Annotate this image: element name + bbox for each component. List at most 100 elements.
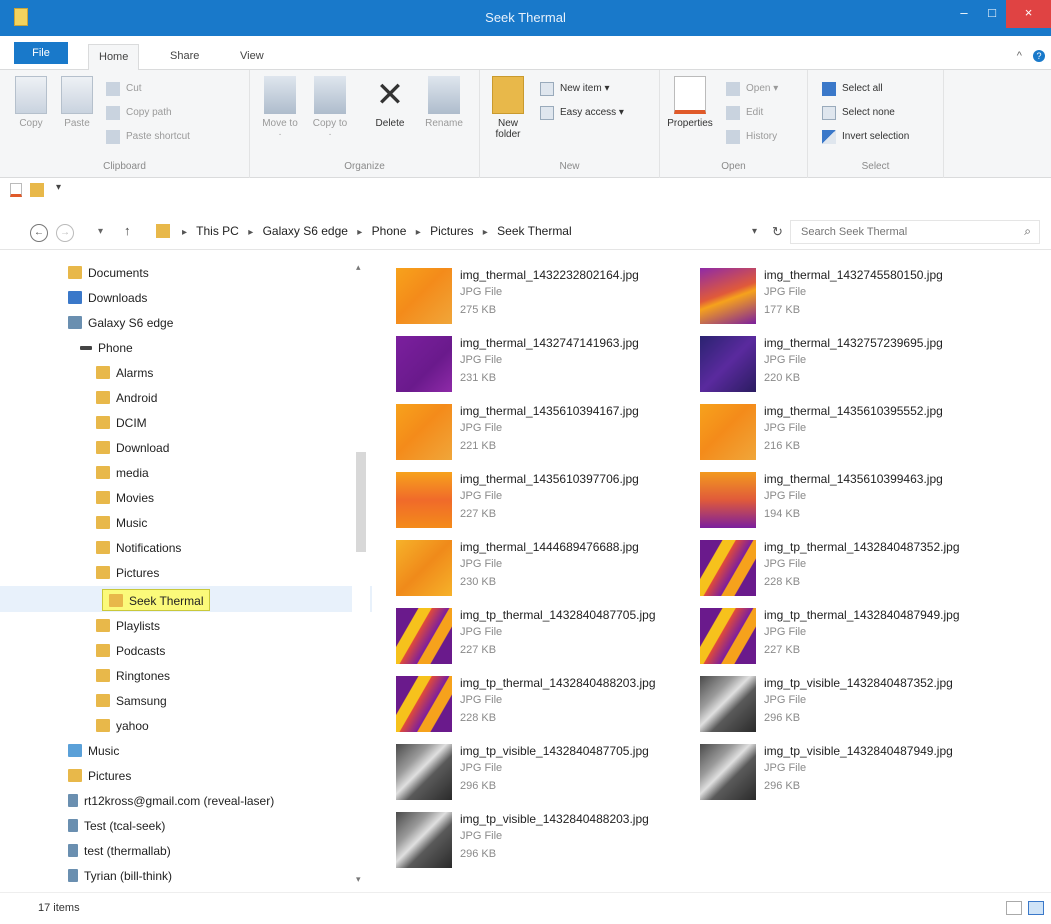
tree-item-downloads[interactable]: Downloads (68, 287, 147, 309)
file-item[interactable]: img_tp_visible_1432840487352.jpg JPG File… (692, 670, 992, 736)
help-icon[interactable]: ? (1033, 50, 1045, 62)
tree-item-dcim[interactable]: DCIM (96, 412, 147, 434)
breadcrumb-seek-thermal[interactable]: Seek Thermal (497, 224, 571, 238)
file-item[interactable]: img_thermal_1435610394167.jpg JPG File 221… (388, 398, 688, 464)
select-none-button[interactable]: Select none (822, 104, 895, 122)
properties-button[interactable]: Properties (666, 76, 714, 129)
breadcrumb-galaxy-s6-edge[interactable]: Galaxy S6 edge (263, 224, 348, 238)
file-item[interactable]: img_thermal_1435610397706.jpg JPG File 227… (388, 466, 688, 532)
tab-view[interactable]: View (230, 44, 274, 70)
file-item[interactable]: img_tp_thermal_1432840487352.jpg JPG File… (692, 534, 992, 600)
scroll-down-button[interactable]: ▾ (356, 874, 361, 885)
cut-button[interactable]: Cut (106, 80, 142, 98)
thumbnail-image (396, 336, 452, 392)
file-item[interactable]: img_tp_thermal_1432840487949.jpg JPG File… (692, 602, 992, 668)
tree-item-playlists[interactable]: Playlists (96, 615, 160, 637)
close-button[interactable]: × (1006, 0, 1051, 28)
file-type: JPG File (460, 626, 503, 638)
maximize-button[interactable]: □ (978, 0, 1006, 28)
tree-item-ringtones[interactable]: Ringtones (96, 665, 170, 687)
scroll-up-button[interactable]: ▴ (356, 262, 361, 273)
refresh-button[interactable]: ↻ (772, 224, 783, 240)
tree-item-podcasts[interactable]: Podcasts (96, 640, 165, 662)
invert-selection-button[interactable]: Invert selection (822, 128, 909, 146)
tree-item-music[interactable]: Music (96, 512, 147, 534)
tree-item-network-tcal-seek[interactable]: Test (tcal-seek) (68, 815, 165, 837)
tree-item-pictures-library[interactable]: Pictures (68, 765, 131, 787)
address-dropdown-button[interactable]: ▾ (752, 226, 757, 237)
file-item[interactable]: img_thermal_1432232802164.jpg JPG File 275… (388, 262, 688, 328)
file-item[interactable]: img_tp_visible_1432840487705.jpg JPG File… (388, 738, 688, 804)
copy-path-button[interactable]: Copy path (106, 104, 172, 122)
up-button[interactable]: ↑ (124, 223, 131, 238)
file-item[interactable]: img_thermal_1435610399463.jpg JPG File 194… (692, 466, 992, 532)
navigation-scrollbar[interactable]: ▴ ▾ (352, 258, 370, 888)
collapse-ribbon-button[interactable]: ^ (1017, 50, 1022, 62)
easy-access-button[interactable]: Easy access ▾ (540, 104, 624, 122)
breadcrumb-this-pc[interactable]: This PC (196, 224, 239, 238)
tree-item-android[interactable]: Android (96, 387, 157, 409)
copy-button[interactable]: Copy (12, 76, 50, 129)
file-name: img_tp_thermal_1432840487949.jpg (764, 608, 960, 622)
file-item[interactable]: img_tp_thermal_1432840488203.jpg JPG File… (388, 670, 688, 736)
file-item[interactable]: img_thermal_1432745580150.jpg JPG File 177… (692, 262, 992, 328)
tree-item-pictures[interactable]: Pictures (96, 562, 159, 584)
rename-button[interactable]: Rename (420, 76, 468, 129)
select-all-button[interactable]: Select all (822, 80, 883, 98)
breadcrumb-phone[interactable]: Phone (372, 224, 407, 238)
tree-item-network-thermallab[interactable]: test (thermallab) (68, 840, 171, 862)
tree-item-network-reveal-laser[interactable]: rt12kross@gmail.com (reveal-laser) (68, 790, 274, 812)
tree-item-music-library[interactable]: Music (68, 740, 119, 762)
folder-icon (96, 491, 110, 504)
tree-item-network-bill-think[interactable]: Tyrian (bill-think) (68, 865, 172, 887)
properties-quick-icon[interactable] (10, 183, 22, 197)
forward-button[interactable]: → (56, 224, 74, 242)
tree-item-yahoo[interactable]: yahoo (96, 715, 149, 737)
file-item[interactable]: img_thermal_1432757239695.jpg JPG File 220… (692, 330, 992, 396)
paste-shortcut-button[interactable]: Paste shortcut (106, 128, 190, 146)
new-folder-button[interactable]: New folder (488, 76, 528, 140)
tree-item-alarms[interactable]: Alarms (96, 362, 153, 384)
file-item[interactable]: img_tp_visible_1432840488203.jpg JPG File… (388, 806, 688, 872)
tab-share[interactable]: Share (160, 44, 209, 70)
breadcrumb-pictures[interactable]: Pictures (430, 224, 473, 238)
history-button[interactable]: History (726, 128, 777, 146)
recent-locations-button[interactable]: ▾ (98, 226, 103, 237)
tree-item-media[interactable]: media (96, 462, 149, 484)
tiles-view-icon[interactable] (1028, 901, 1044, 915)
open-button[interactable]: Open ▾ (726, 80, 778, 98)
paste-button[interactable]: Paste (58, 76, 96, 129)
new-folder-quick-icon[interactable] (30, 183, 44, 197)
edit-button[interactable]: Edit (726, 104, 763, 122)
file-item[interactable]: img_thermal_1435610395552.jpg JPG File 216… (692, 398, 992, 464)
file-item[interactable]: img_thermal_1444689476688.jpg JPG File 230… (388, 534, 688, 600)
tree-item-movies[interactable]: Movies (96, 487, 154, 509)
back-button[interactable]: ← (30, 224, 48, 242)
move-to-button[interactable]: Move to · (260, 76, 300, 140)
minimize-button[interactable]: – (950, 0, 978, 28)
tree-item-documents[interactable]: Documents (68, 262, 149, 284)
delete-button[interactable]: ✕ Delete (368, 76, 412, 129)
new-item-button[interactable]: New item ▾ (540, 80, 609, 98)
customize-quick-access-button[interactable]: ▾ (56, 182, 61, 193)
tree-item-label: Phone (98, 341, 133, 355)
tree-item-notifications[interactable]: Notifications (96, 537, 181, 559)
folder-icon (96, 694, 110, 707)
scroll-thumb[interactable] (356, 452, 366, 552)
tab-file[interactable]: File (14, 42, 68, 64)
tree-item-phone[interactable]: Phone (80, 337, 133, 359)
search-icon[interactable]: ⌕ (1024, 224, 1031, 239)
tree-item-seek-thermal[interactable]: Seek Thermal (102, 589, 211, 611)
tree-item-galaxy-s6-edge[interactable]: Galaxy S6 edge (68, 312, 173, 334)
tree-item-download[interactable]: Download (96, 437, 169, 459)
file-item[interactable]: img_tp_visible_1432840487949.jpg JPG File… (692, 738, 992, 804)
details-view-icon[interactable] (1006, 901, 1022, 915)
tab-home[interactable]: Home (88, 44, 140, 71)
folder-icon (96, 516, 110, 529)
file-item[interactable]: img_tp_thermal_1432840487705.jpg JPG File… (388, 602, 688, 668)
file-item[interactable]: img_thermal_1432747141963.jpg JPG File 231… (388, 330, 688, 396)
tree-item-samsung[interactable]: Samsung (96, 690, 167, 712)
search-input[interactable] (791, 221, 1011, 243)
copy-to-button[interactable]: Copy to · (310, 76, 350, 140)
address-bar[interactable]: ▸ This PC ▸ Galaxy S6 edge ▸ Phone ▸ Pic… (150, 220, 778, 244)
